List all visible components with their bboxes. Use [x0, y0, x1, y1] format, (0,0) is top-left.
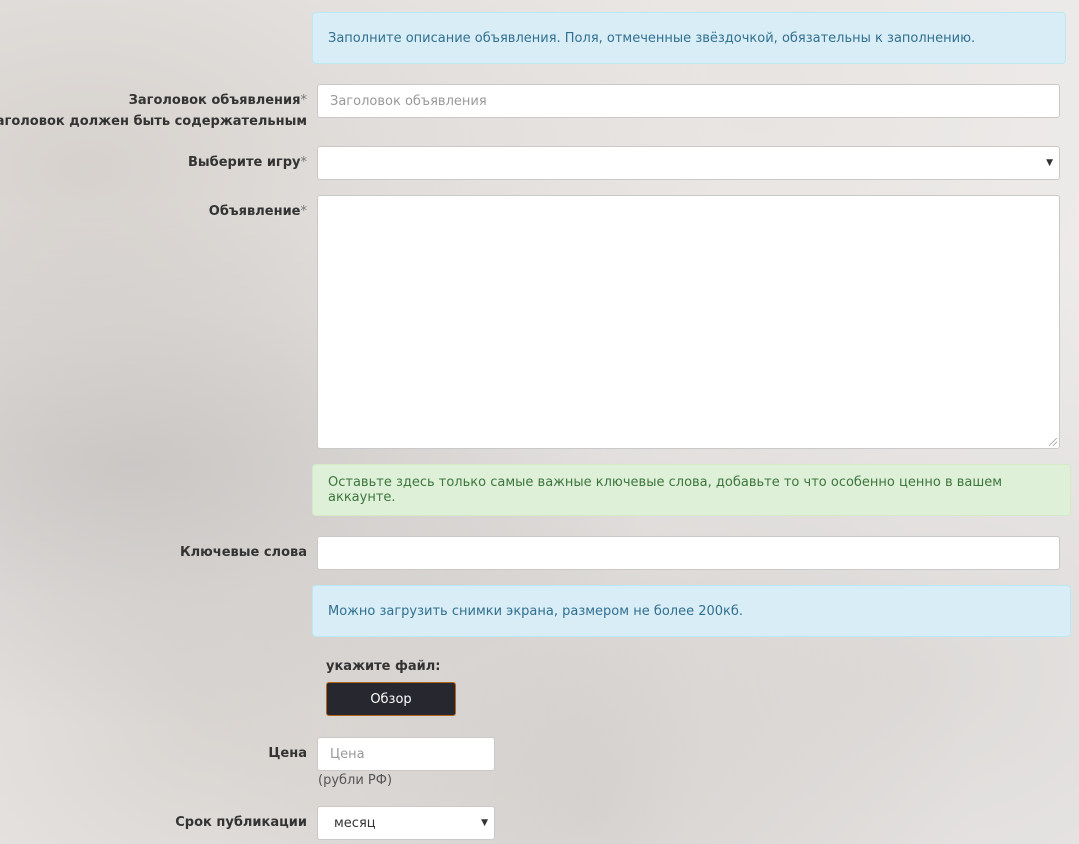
price-label: Цена [268, 746, 307, 761]
keywords-label-text: Ключевые слова [179, 545, 307, 560]
keywords-label: Ключевые слова [180, 545, 307, 560]
title-hint-text: Заголовок должен быть содержательным [0, 114, 307, 129]
title-label: Заголовок объявления* [129, 93, 307, 108]
title-label-text: Заголовок объявления [128, 93, 301, 108]
chevron-down-icon: ▼ [1046, 158, 1053, 168]
description-label-text: Объявление [208, 204, 301, 219]
chevron-down-icon: ▼ [481, 818, 488, 828]
form-info-alert: Заполните описание объявления. Поля, отм… [312, 12, 1066, 64]
title-required-mark: * [300, 93, 308, 108]
description-required-mark: * [300, 204, 308, 219]
resize-grip-icon[interactable] [1049, 438, 1057, 446]
price-unit-hint: (рубли РФ) [318, 773, 393, 788]
period-select-value: месяц [334, 815, 376, 831]
screenshots-alert-text: Можно загрузить снимки экрана, размером … [328, 603, 744, 619]
browse-button[interactable]: Обзор [326, 682, 456, 716]
price-input[interactable] [317, 737, 495, 771]
browse-button-label: Обзор [370, 691, 412, 707]
title-hint: Заголовок должен быть содержательным [0, 114, 307, 129]
game-select[interactable]: ▼ [317, 146, 1060, 180]
title-input[interactable] [317, 84, 1060, 118]
keywords-alert-text: Оставьте здесь только самые важные ключе… [328, 475, 1003, 505]
game-label-text: Выберите игру [187, 155, 301, 170]
price-label-text: Цена [268, 746, 307, 761]
form-info-alert-text: Заполните описание объявления. Поля, отм… [328, 30, 976, 46]
file-upload-label: укажите файл: [326, 659, 441, 674]
screenshots-alert: Можно загрузить снимки экрана, размером … [312, 585, 1071, 637]
game-required-mark: * [300, 155, 308, 170]
period-select[interactable]: месяц ▼ [317, 806, 495, 840]
description-textarea[interactable] [317, 195, 1060, 449]
keywords-alert: Оставьте здесь только самые важные ключе… [312, 464, 1071, 516]
keywords-input[interactable] [317, 536, 1060, 570]
period-label-text: Срок публикации [175, 815, 307, 830]
game-label: Выберите игру* [188, 155, 307, 170]
period-label: Срок публикации [175, 815, 307, 830]
description-label: Объявление* [209, 204, 307, 219]
